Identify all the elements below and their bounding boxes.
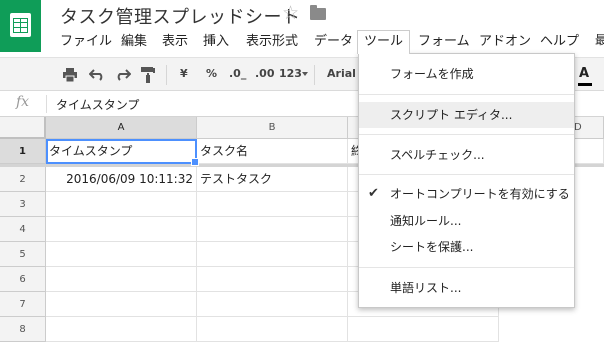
menu-item-notification-rules[interactable]: 通知ルール...	[359, 208, 574, 234]
decrease-decimal-button[interactable]: .0_	[229, 67, 246, 80]
cell[interactable]	[46, 242, 197, 267]
menu-tools[interactable]: ツール	[357, 30, 411, 54]
cell[interactable]	[197, 217, 348, 242]
menu-help[interactable]: ヘルプ	[540, 31, 579, 53]
cell-a2[interactable]: 2016/06/09 10:11:32	[46, 167, 197, 192]
menu-edit[interactable]: 編集	[121, 31, 147, 53]
menu-item-create-form[interactable]: フォームを作成	[359, 61, 574, 87]
cell[interactable]	[197, 192, 348, 217]
formula-input[interactable]: タイムスタンプ	[56, 96, 139, 113]
cell[interactable]	[46, 267, 197, 292]
tools-dropdown-menu: フォームを作成 スクリプト エディタ... スペルチェック... ✔ オートコン…	[358, 53, 575, 308]
cell[interactable]	[46, 317, 197, 342]
cell-b1[interactable]: タスク名	[197, 139, 348, 164]
menu-divider	[359, 94, 574, 95]
menu-insert[interactable]: 挿入	[203, 31, 229, 53]
sheets-logo[interactable]	[0, 0, 41, 52]
currency-button[interactable]: ¥	[180, 67, 188, 80]
menu-item-label: オートコンプリートを有効にする	[390, 187, 570, 201]
font-family-dropdown[interactable]: Arial	[327, 67, 356, 80]
folder-icon[interactable]	[310, 5, 326, 20]
menu-addons[interactable]: アドオン	[479, 31, 531, 53]
row-header-1[interactable]: 1	[0, 139, 46, 164]
sheets-icon	[10, 13, 31, 37]
paint-format-icon[interactable]	[141, 67, 155, 83]
row-header-6[interactable]: 6	[0, 267, 46, 292]
menu-partial[interactable]: 最	[595, 31, 604, 48]
active-cell-outline	[46, 139, 199, 166]
toolbar-divider	[166, 65, 167, 85]
cell-b2[interactable]: テストタスク	[197, 167, 348, 192]
row-header-4[interactable]: 4	[0, 217, 46, 242]
select-all-corner[interactable]	[0, 117, 46, 139]
menu-format[interactable]: 表示形式	[246, 31, 298, 53]
cell[interactable]	[348, 317, 499, 342]
menu-item-word-list[interactable]: 単語リスト...	[359, 275, 574, 301]
menu-divider	[359, 134, 574, 135]
redo-icon[interactable]	[115, 69, 131, 81]
title-bar: タスク管理スプレッドシート ☆ ファイル 編集 表示 挿入 表示形式 データ ツ…	[0, 0, 604, 57]
menu-file[interactable]: ファイル	[60, 31, 112, 53]
column-header-b[interactable]: B	[197, 117, 348, 139]
menu-data[interactable]: データ	[314, 31, 353, 53]
increase-decimal-button[interactable]: .00	[255, 67, 275, 80]
formula-divider	[46, 95, 47, 113]
text-color-swatch	[578, 83, 592, 86]
fx-icon: fx	[16, 94, 30, 110]
row-header-8[interactable]: 8	[0, 317, 46, 342]
cell[interactable]	[197, 317, 348, 342]
row-header-2[interactable]: 2	[0, 167, 46, 192]
cell[interactable]	[197, 267, 348, 292]
menu-divider	[359, 174, 574, 175]
percent-button[interactable]: %	[206, 67, 217, 80]
number-format-dropdown[interactable]: 123	[279, 67, 302, 80]
row-header-3[interactable]: 3	[0, 192, 46, 217]
menu-item-spellcheck[interactable]: スペルチェック...	[359, 142, 574, 168]
toolbar-divider	[314, 65, 315, 85]
cell[interactable]	[197, 242, 348, 267]
menu-item-autocomplete[interactable]: ✔ オートコンプリートを有効にする	[359, 181, 574, 207]
star-icon[interactable]: ☆	[282, 2, 299, 24]
document-title[interactable]: タスク管理スプレッドシート	[60, 3, 301, 29]
menu-view[interactable]: 表示	[162, 31, 188, 53]
column-header-a[interactable]: A	[46, 117, 197, 139]
row-header-7[interactable]: 7	[0, 292, 46, 317]
menu-form[interactable]: フォーム	[418, 31, 470, 53]
print-icon[interactable]	[62, 68, 78, 82]
cell[interactable]	[46, 192, 197, 217]
menu-item-script-editor[interactable]: スクリプト エディタ...	[359, 102, 574, 128]
row-header-5[interactable]: 5	[0, 242, 46, 267]
cell[interactable]	[197, 292, 348, 317]
undo-icon[interactable]	[89, 69, 105, 81]
menu-item-protect-sheet[interactable]: シートを保護...	[359, 234, 574, 260]
cell[interactable]	[46, 292, 197, 317]
menu-divider	[359, 267, 574, 268]
chevron-down-icon	[302, 72, 308, 76]
text-color-button[interactable]: A	[579, 66, 589, 81]
checkmark-icon: ✔	[368, 186, 379, 201]
cell[interactable]	[46, 217, 197, 242]
